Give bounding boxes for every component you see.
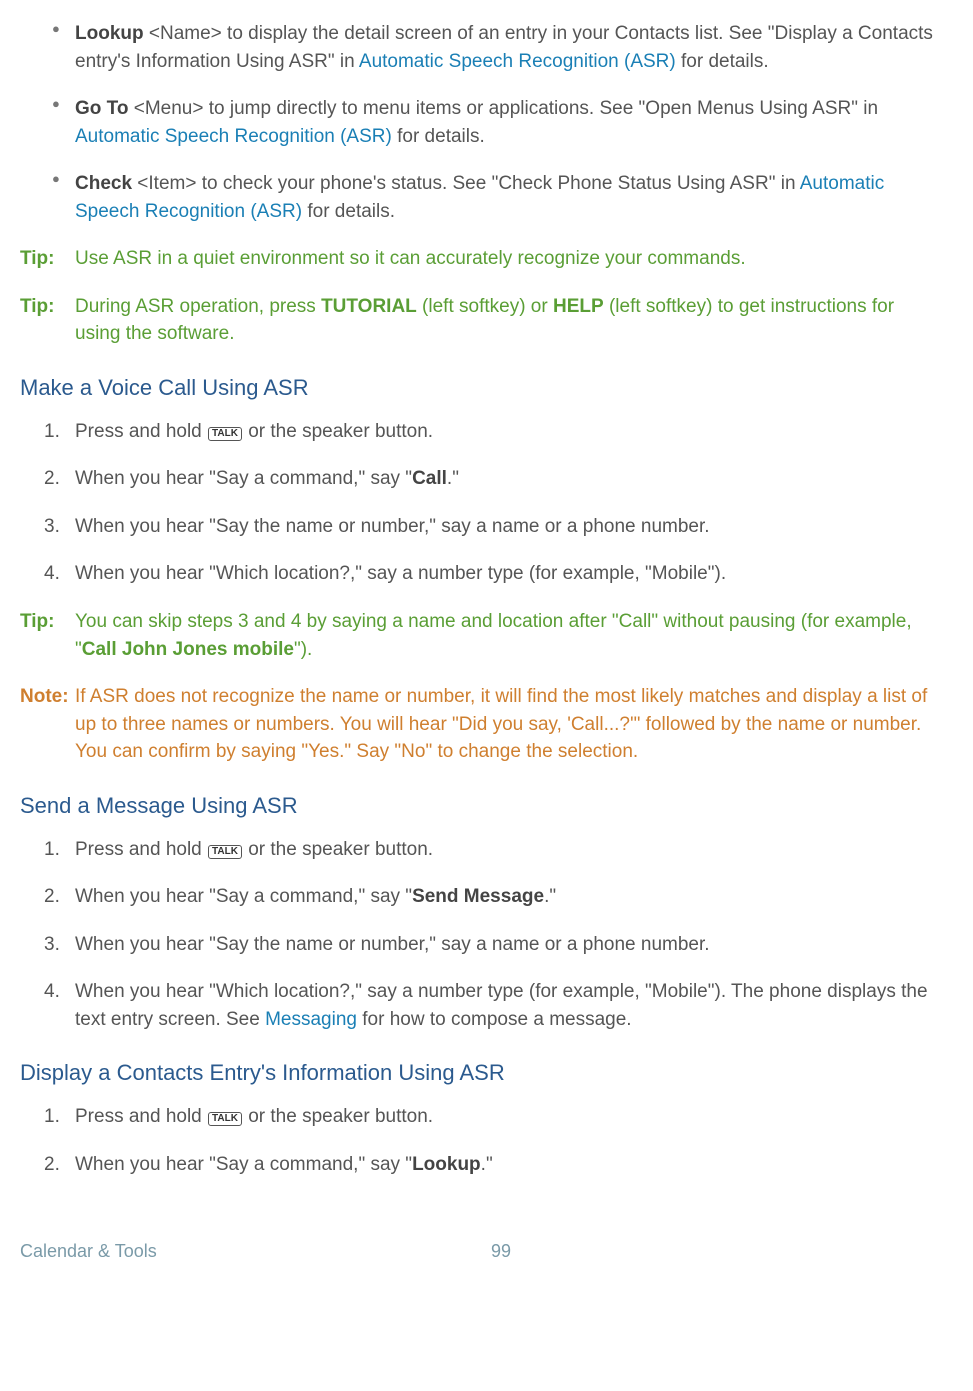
text: When you hear "Say a command," say " <box>75 468 412 489</box>
cmd-label: Check <box>75 173 132 194</box>
talk-key-icon: TALK <box>208 1112 242 1126</box>
step-item: When you hear "Which location?," say a n… <box>20 560 941 588</box>
voice-cmd-lookup: Lookup <box>412 1154 481 1175</box>
text: for how to compose a message. <box>357 1009 632 1030</box>
note-body: If ASR does not recognize the name or nu… <box>75 683 941 766</box>
text: "). <box>294 639 312 660</box>
softkey-help: HELP <box>553 296 604 317</box>
example-phrase: Call John Jones mobile <box>82 639 294 660</box>
tip-label: Tip: <box>20 293 75 348</box>
step-item: Press and hold TALK or the speaker butto… <box>20 418 941 446</box>
note-recognition: Note: If ASR does not recognize the name… <box>20 683 941 766</box>
heading-send-message: Send a Message Using ASR <box>20 790 941 822</box>
tip-body: During ASR operation, press TUTORIAL (le… <box>75 293 941 348</box>
bullet-tail: for details. <box>392 126 485 147</box>
steps-voice-call: Press and hold TALK or the speaker butto… <box>20 418 941 588</box>
tip-body: Use ASR in a quiet environment so it can… <box>75 245 941 273</box>
text: Press and hold <box>75 421 207 442</box>
talk-key-icon: TALK <box>208 845 242 859</box>
note-label: Note: <box>20 683 75 766</box>
text: or the speaker button. <box>243 421 433 442</box>
bullet-tail: for details. <box>676 51 769 72</box>
text: When you hear "Say a command," say " <box>75 1154 412 1175</box>
step-item: Press and hold TALK or the speaker butto… <box>20 1103 941 1131</box>
asr-command-list: Lookup <Name> to display the detail scre… <box>20 20 941 225</box>
voice-cmd-call: Call <box>412 468 447 489</box>
tip-label: Tip: <box>20 245 75 273</box>
footer-section: Calendar & Tools <box>20 1238 157 1264</box>
softkey-tutorial: TUTORIAL <box>321 296 417 317</box>
tip-body: You can skip steps 3 and 4 by saying a n… <box>75 608 941 663</box>
text: When you hear "Say a command," say " <box>75 886 412 907</box>
bullet-lookup: Lookup <Name> to display the detail scre… <box>20 20 941 75</box>
text: ." <box>481 1154 493 1175</box>
text: Press and hold <box>75 839 207 860</box>
bullet-text: <Menu> to jump directly to menu items or… <box>128 98 878 119</box>
heading-voice-call: Make a Voice Call Using ASR <box>20 372 941 404</box>
text: During ASR operation, press <box>75 296 321 317</box>
steps-display-contact: Press and hold TALK or the speaker butto… <box>20 1103 941 1178</box>
bullet-check: Check <Item> to check your phone's statu… <box>20 170 941 225</box>
voice-cmd-send-message: Send Message <box>412 886 544 907</box>
asr-link[interactable]: Automatic Speech Recognition (ASR) <box>75 126 392 147</box>
bullet-tail: for details. <box>302 201 395 222</box>
tip-tutorial-help: Tip: During ASR operation, press TUTORIA… <box>20 293 941 348</box>
text: or the speaker button. <box>243 839 433 860</box>
bullet-text: <Item> to check your phone's status. See… <box>132 173 800 194</box>
text: or the speaker button. <box>243 1106 433 1127</box>
tip-skip-steps: Tip: You can skip steps 3 and 4 by sayin… <box>20 608 941 663</box>
step-item: Press and hold TALK or the speaker butto… <box>20 836 941 864</box>
text: ." <box>447 468 459 489</box>
tip-label: Tip: <box>20 608 75 663</box>
step-item: When you hear "Say the name or number," … <box>20 513 941 541</box>
step-item: When you hear "Say a command," say "Send… <box>20 883 941 911</box>
step-item: When you hear "Say a command," say "Call… <box>20 465 941 493</box>
bullet-goto: Go To <Menu> to jump directly to menu it… <box>20 95 941 150</box>
footer-page-number: 99 <box>491 1238 511 1264</box>
heading-display-contact: Display a Contacts Entry's Information U… <box>20 1057 941 1089</box>
cmd-label: Go To <box>75 98 128 119</box>
messaging-link[interactable]: Messaging <box>265 1009 357 1030</box>
step-item: When you hear "Which location?," say a n… <box>20 978 941 1033</box>
page-footer: Calendar & Tools 99 <box>20 1238 941 1264</box>
asr-link[interactable]: Automatic Speech Recognition (ASR) <box>359 51 676 72</box>
cmd-label: Lookup <box>75 23 144 44</box>
step-item: When you hear "Say the name or number," … <box>20 931 941 959</box>
step-item: When you hear "Say a command," say "Look… <box>20 1151 941 1179</box>
text: (left softkey) or <box>417 296 553 317</box>
steps-send-message: Press and hold TALK or the speaker butto… <box>20 836 941 1034</box>
text: ." <box>544 886 556 907</box>
tip-quiet-env: Tip: Use ASR in a quiet environment so i… <box>20 245 941 273</box>
talk-key-icon: TALK <box>208 427 242 441</box>
text: Press and hold <box>75 1106 207 1127</box>
